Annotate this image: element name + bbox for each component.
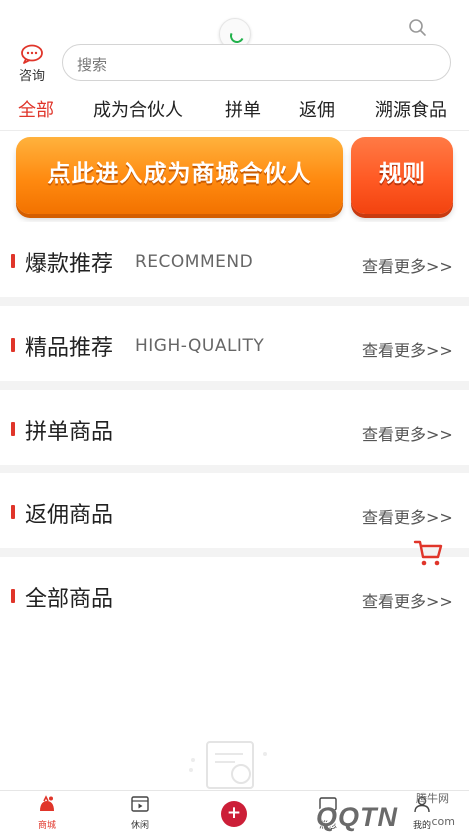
divider [0,130,469,131]
nav-label: 商城 [37,821,56,831]
nav-profile[interactable]: 我的 [392,795,452,831]
section-marker [11,254,15,268]
shopping-cart-icon[interactable] [413,538,443,568]
section-title: 爆款推荐 [25,252,114,277]
section-gap [0,381,469,390]
tab-all[interactable]: 全部 [18,96,54,122]
section-recommend: 爆款推荐 RECOMMEND 查看更多>> [0,222,469,297]
view-more-link[interactable]: 查看更多>> [362,337,453,361]
message-icon [319,797,337,811]
become-partner-button[interactable]: 点此进入成为商城合伙人 [16,137,343,214]
section-title: 返佣商品 [25,503,114,528]
category-tabs: 全部 成为合伙人 拼单 返佣 溯源食品 [0,88,469,126]
view-more-link[interactable]: 查看更多>> [362,253,453,277]
section-marker [11,589,15,603]
nav-label: 我的 [412,821,431,831]
section-subtitle: HIGH-QUALITY [135,336,265,356]
tab-become-partner[interactable]: 成为合伙人 [93,96,183,122]
nav-label: 休闲 [130,821,149,831]
search-icon[interactable] [408,18,428,38]
bottom-navigation: 商城 休闲 + 消息 我的 [0,790,469,835]
section-high-quality: 精品推荐 HIGH-QUALITY 查看更多>> [0,306,469,381]
section-all-goods: 全部商品 查看更多>> [0,557,469,632]
nav-leisure[interactable]: 休闲 [110,795,170,831]
chat-bubble-icon [21,44,43,64]
section-gap [0,548,469,557]
user-icon [414,796,430,813]
section-title: 全部商品 [25,587,114,612]
section-group-buy-goods: 拼单商品 查看更多>> [0,390,469,465]
nav-shop[interactable]: 商城 [17,795,77,831]
search-input[interactable]: 搜索 [62,44,451,81]
section-title: 拼单商品 [25,420,114,445]
tab-group-buy[interactable]: 拼单 [225,96,261,122]
section-marker [11,422,15,436]
section-marker [11,505,15,519]
shop-icon [40,795,54,811]
section-title: 精品推荐 [25,336,114,361]
nav-message[interactable]: 消息 [298,795,358,831]
add-icon: + [226,803,242,823]
search-placeholder: 搜索 [77,56,108,74]
section-rebate-goods: 返佣商品 查看更多>> [0,473,469,548]
view-more-link[interactable]: 查看更多>> [362,588,453,612]
tab-rebate[interactable]: 返佣 [299,96,335,122]
nav-label: 消息 [318,821,337,831]
consult-button[interactable]: 咨询 [12,44,52,84]
view-more-link[interactable]: 查看更多>> [362,421,453,445]
tab-traceable-food[interactable]: 溯源食品 [375,96,447,122]
top-bar: 咨询 搜索 [0,0,469,90]
rules-button[interactable]: 规则 [351,137,453,214]
section-marker [11,338,15,352]
consult-label: 咨询 [18,69,45,84]
view-more-link[interactable]: 查看更多>> [362,504,453,528]
video-icon [131,796,149,812]
section-subtitle: RECOMMEND [135,252,254,272]
section-gap [0,297,469,306]
add-button[interactable]: + [221,801,247,827]
empty-state-icon [189,741,267,789]
